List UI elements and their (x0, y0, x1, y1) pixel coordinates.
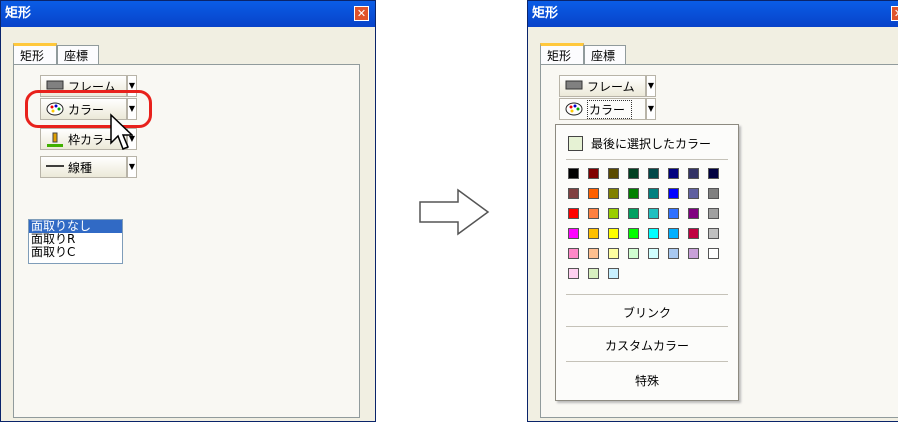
color-swatch[interactable] (568, 188, 579, 199)
color-swatch[interactable] (668, 208, 679, 219)
color-swatch[interactable] (588, 188, 599, 199)
color-swatch[interactable] (648, 248, 659, 259)
last-selected-color-label: 最後に選択したカラー (591, 137, 712, 151)
color-swatch[interactable] (708, 208, 719, 219)
tab-coordinates[interactable]: 座標 (57, 45, 99, 65)
color-swatch[interactable] (668, 248, 679, 259)
color-swatch[interactable] (588, 208, 599, 219)
color-swatch[interactable] (688, 168, 699, 179)
color-swatch[interactable] (628, 228, 639, 239)
tab-coordinates[interactable]: 座標 (584, 45, 626, 65)
menu-item-custom-color[interactable]: カスタムカラー (556, 337, 738, 354)
color-swatch[interactable] (608, 268, 619, 279)
left-window: 矩形 ✕ 矩形 座標 フレーム ▼ カラー ▼ 枠カラー ▼ 線種 ▼ 面取りな… (0, 0, 376, 422)
close-button[interactable]: ✕ (354, 6, 369, 21)
color-swatch[interactable] (668, 188, 679, 199)
color-swatch[interactable] (568, 168, 579, 179)
mouse-cursor-icon (110, 113, 133, 150)
color-swatch[interactable] (608, 188, 619, 199)
palette-icon (565, 102, 583, 116)
color-swatch[interactable] (568, 208, 579, 219)
color-swatch[interactable] (628, 248, 639, 259)
menu-item-special[interactable]: 特殊 (556, 372, 738, 389)
window-title-bar: 矩形 ✕ (528, 1, 898, 27)
color-swatch[interactable] (648, 228, 659, 239)
tab-rectangle[interactable]: 矩形 (540, 43, 584, 66)
transition-arrow-icon (419, 188, 490, 236)
color-swatch[interactable] (608, 168, 619, 179)
tab-rectangle[interactable]: 矩形 (13, 43, 57, 66)
color-swatch[interactable] (668, 168, 679, 179)
frame-dropdown-arrow[interactable]: ▼ (646, 75, 656, 97)
window-title: 矩形 (5, 6, 32, 21)
window-title: 矩形 (532, 6, 559, 21)
color-swatch[interactable] (688, 188, 699, 199)
color-swatch[interactable] (588, 268, 599, 279)
color-swatch[interactable] (608, 248, 619, 259)
pen-icon (46, 132, 64, 147)
color-swatch[interactable] (688, 228, 699, 239)
color-swatch[interactable] (708, 228, 719, 239)
color-swatch[interactable] (568, 248, 579, 259)
color-popup-menu: 最後に選択したカラー ブリンク カスタムカラー 特殊 (555, 124, 739, 401)
color-swatch[interactable] (588, 168, 599, 179)
menu-separator (566, 294, 728, 295)
color-swatch[interactable] (568, 268, 579, 279)
menu-separator (566, 159, 728, 160)
last-color-swatch (568, 136, 583, 151)
color-swatch[interactable] (688, 248, 699, 259)
color-label: カラー (587, 99, 633, 119)
frame-label: フレーム (587, 79, 635, 94)
chamfer-listbox[interactable]: 面取りなし 面取りR 面取りC (28, 219, 123, 264)
color-swatch[interactable] (708, 248, 719, 259)
frame-button[interactable]: フレーム (559, 75, 646, 97)
color-swatch[interactable] (608, 208, 619, 219)
window-title-bar: 矩形 ✕ (1, 1, 375, 27)
color-swatch[interactable] (648, 208, 659, 219)
line-type-label: 線種 (68, 160, 93, 175)
color-button[interactable]: カラー (559, 98, 646, 120)
menu-separator (566, 361, 728, 362)
color-swatch[interactable] (648, 188, 659, 199)
line-type-button[interactable]: 線種 (40, 156, 127, 178)
menu-item-blink[interactable]: ブリンク (556, 304, 738, 321)
color-swatch[interactable] (688, 208, 699, 219)
color-swatch[interactable] (588, 228, 599, 239)
color-swatch[interactable] (628, 188, 639, 199)
last-selected-color-item[interactable]: 最後に選択したカラー (568, 135, 711, 152)
color-swatch[interactable] (708, 188, 719, 199)
list-item-chamfer-c[interactable]: 面取りC (29, 246, 122, 259)
close-button[interactable]: ✕ (891, 6, 898, 21)
color-swatch[interactable] (608, 228, 619, 239)
menu-separator (566, 326, 728, 327)
color-dropdown-arrow[interactable]: ▼ (646, 98, 656, 120)
color-swatch[interactable] (628, 208, 639, 219)
line-type-dropdown-arrow[interactable]: ▼ (127, 156, 137, 178)
color-swatch[interactable] (648, 168, 659, 179)
color-swatch[interactable] (588, 248, 599, 259)
line-icon (46, 160, 64, 174)
frame-icon (565, 79, 583, 93)
color-swatch[interactable] (568, 228, 579, 239)
color-swatch[interactable] (708, 168, 719, 179)
color-swatch[interactable] (628, 168, 639, 179)
color-swatch[interactable] (668, 228, 679, 239)
